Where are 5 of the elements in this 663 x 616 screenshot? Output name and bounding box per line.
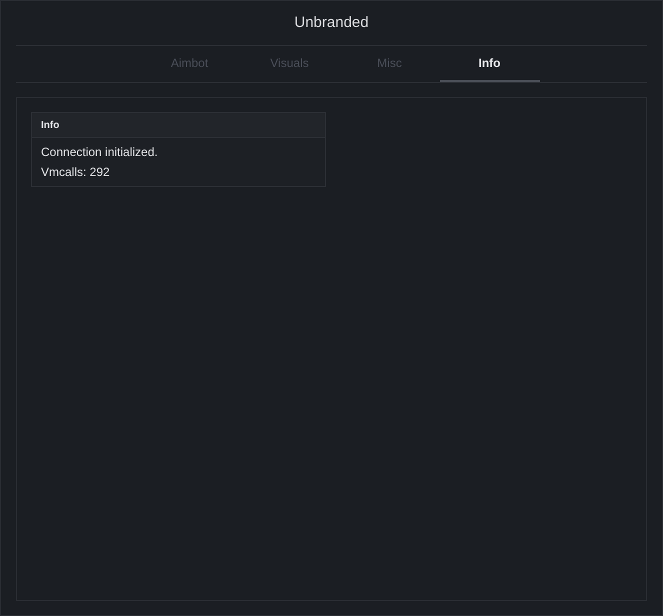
info-text: Vmcalls: 292: [41, 164, 111, 181]
info-text: Connection initialized.: [41, 144, 159, 161]
tab[interactable]: Info: [440, 46, 540, 82]
card-title: Info: [41, 118, 60, 132]
window-title: Unbranded: [294, 12, 369, 33]
